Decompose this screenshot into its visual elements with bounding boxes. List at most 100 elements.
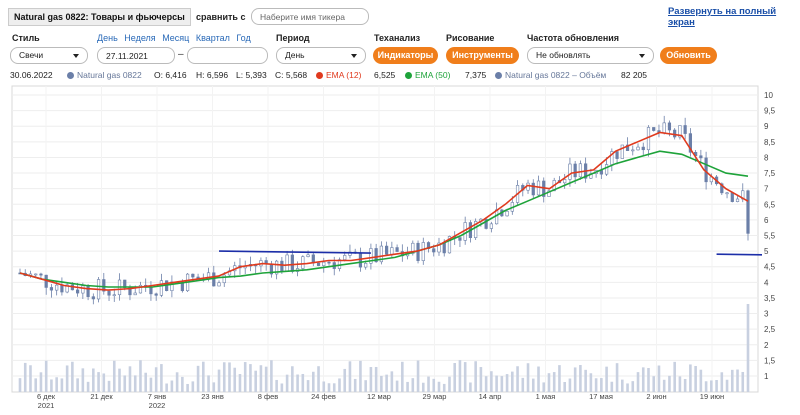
volume-bar [270,360,273,392]
period-link-month[interactable]: Месяц [162,33,189,43]
candle-body [505,210,509,217]
chart-svg[interactable]: 10 9,5 9 8,5 8 7,5 7 6,5 6 5,5 5 4,5 4 3,5 3 2,5 2 1,5 1 6 … [0,84,800,415]
volume-bar [212,382,216,392]
volume-bar [191,381,195,392]
period-link-week[interactable]: Неделя [124,33,155,43]
volume-bar [144,372,147,392]
candle-body [86,285,90,297]
candle-body [316,262,321,266]
volume-bar [411,378,415,392]
date-from-input[interactable] [97,47,175,64]
volume-bar [102,373,106,392]
volume-bar [202,361,205,392]
top-bar: Natural gas 0822: Товары и фьючерсы срав… [0,0,800,30]
volume-bar [689,364,692,392]
refresh-frequency-select[interactable]: Не обновлять [527,47,654,64]
x-tick-label: 8 фев [258,392,279,401]
refresh-button[interactable]: Обновить [660,47,717,64]
legend-ema50[interactable]: EMA (50) [405,70,450,80]
volume-bar [437,381,441,392]
volume-bar [479,367,483,392]
candle-body [636,146,640,151]
candle-body [662,122,666,133]
candle-body [531,182,535,196]
candle-body [735,198,740,202]
compare-ticker-input[interactable] [251,8,369,25]
volume-bar [427,376,430,392]
volume-bar [521,377,525,392]
legend-volume[interactable]: Natural gas 0822 – Объём [495,70,606,80]
volume-bar [322,381,326,392]
price-chart[interactable]: 10 9,5 9 8,5 8 7,5 7 6,5 6 5,5 5 4,5 4 3,5 3 2,5 2 1,5 1 6 … [0,84,800,415]
techanalysis-label: Теханализ [374,33,421,43]
legend-ema12[interactable]: EMA (12) [316,70,361,80]
candle-body [673,129,677,138]
period-link-year[interactable]: Год [236,33,250,43]
style-select[interactable]: Свечи [10,47,88,64]
volume-bar [715,380,718,392]
legend-open: O: 6,416 [154,70,187,80]
volume-bar [165,383,168,392]
volume-bar [18,378,22,392]
style-label: Стиль [12,33,40,43]
volume-bar [296,374,299,392]
date-to-input[interactable] [187,47,268,64]
tools-button[interactable]: Инструменты [446,47,519,64]
y-tick-label: 5 [764,247,769,256]
y-tick-label: 9 [764,122,769,131]
volume-bar [380,375,383,392]
candle-body [322,261,326,266]
period-link-quarter[interactable]: Квартал [196,33,230,43]
volume-bar [579,365,582,392]
volume-bar [139,360,142,392]
candle-body [458,237,462,241]
legend-ema50-label: EMA (50) [415,70,451,80]
volume-bar [683,378,687,392]
candle-body [746,190,750,234]
volume-bar [317,366,320,392]
period-link-day[interactable]: День [97,33,118,43]
candle-body [306,254,310,257]
y-tick-label: 8,5 [764,138,776,147]
volume-bar [448,376,451,392]
volume-bar [306,380,310,392]
legend-series[interactable]: Natural gas 0822 [67,70,142,80]
y-tick-label: 8 [764,153,769,162]
candle-body [416,242,420,261]
y-tick-label: 10 [764,91,773,100]
volume-bar [568,378,572,392]
volume-bar [207,375,210,392]
volume-bar [118,368,121,392]
volume-bar [442,383,446,392]
indicators-button[interactable]: Индикаторы [373,47,438,64]
fullscreen-link[interactable]: Развернуть на полный экран [668,6,800,28]
volume-bar [484,376,488,392]
volume-bar [301,373,305,392]
x-tick-label: 2 июн [646,392,666,401]
volume-dot-icon [495,72,502,79]
volume-bar [76,378,79,392]
volume-bar [81,368,85,392]
volume-bar [469,382,472,392]
volume-bar [50,379,53,392]
candle-body [489,223,493,229]
volume-bar [249,364,252,392]
volume-bar [222,362,226,392]
candle-body [699,155,703,159]
plot-frame [11,85,759,393]
candle-body [217,282,221,287]
legend-series-name: Natural gas 0822 [77,70,142,80]
x-tick-label: 12 мар [367,392,391,401]
volume-bar [725,379,729,392]
y-tick-label: 3 [764,310,769,319]
volume-bar [673,361,676,392]
y-tick-label: 3,5 [764,294,776,303]
volume-bar [34,378,38,392]
period-select[interactable]: День [276,47,366,64]
y-tick-label: 4 [764,278,769,287]
volume-bar [662,379,666,392]
volume-bar [558,365,561,392]
candle-body [615,151,619,159]
y-tick-label: 5,5 [764,232,776,241]
volume-bar [542,382,546,392]
